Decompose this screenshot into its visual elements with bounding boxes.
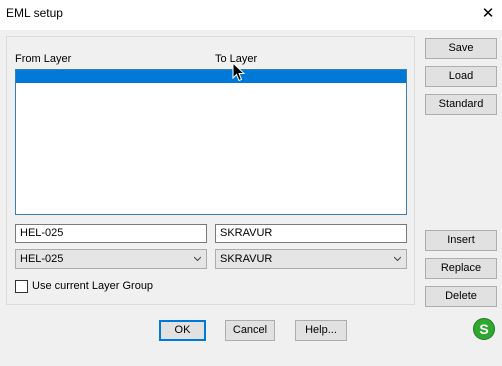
from-layer-dropdown[interactable]: HEL-025 xyxy=(15,249,207,269)
selected-list-row[interactable] xyxy=(16,70,406,83)
from-layer-input[interactable]: HEL-025 xyxy=(15,224,207,243)
standard-button[interactable]: Standard xyxy=(425,94,497,115)
delete-button[interactable]: Delete xyxy=(425,286,497,307)
from-layer-header: From Layer xyxy=(15,53,72,65)
chevron-down-icon xyxy=(394,256,401,262)
to-layer-dropdown[interactable]: SKRAVUR xyxy=(215,249,407,269)
to-layer-input[interactable]: SKRAVUR xyxy=(215,224,407,243)
help-button[interactable]: Help... xyxy=(295,320,347,341)
s-app-badge-icon[interactable]: S xyxy=(473,318,495,340)
load-button[interactable]: Load xyxy=(425,66,497,87)
save-button[interactable]: Save xyxy=(425,38,497,59)
layer-mapping-list[interactable] xyxy=(15,69,407,215)
use-current-layer-group-checkbox[interactable] xyxy=(15,280,28,293)
use-current-layer-group-label[interactable]: Use current Layer Group xyxy=(32,280,153,292)
replace-button[interactable]: Replace xyxy=(425,258,497,279)
insert-button[interactable]: Insert xyxy=(425,230,497,251)
to-layer-dropdown-value: SKRAVUR xyxy=(220,253,273,265)
chevron-down-icon xyxy=(194,256,201,262)
from-layer-dropdown-value: HEL-025 xyxy=(20,253,64,265)
title-bar: EML setup ✕ xyxy=(0,0,502,30)
cancel-button[interactable]: Cancel xyxy=(225,320,275,341)
ok-button[interactable]: OK xyxy=(159,320,206,341)
close-icon[interactable]: ✕ xyxy=(476,3,500,25)
window-title: EML setup xyxy=(6,6,63,20)
mouse-pointer-icon xyxy=(232,62,246,82)
